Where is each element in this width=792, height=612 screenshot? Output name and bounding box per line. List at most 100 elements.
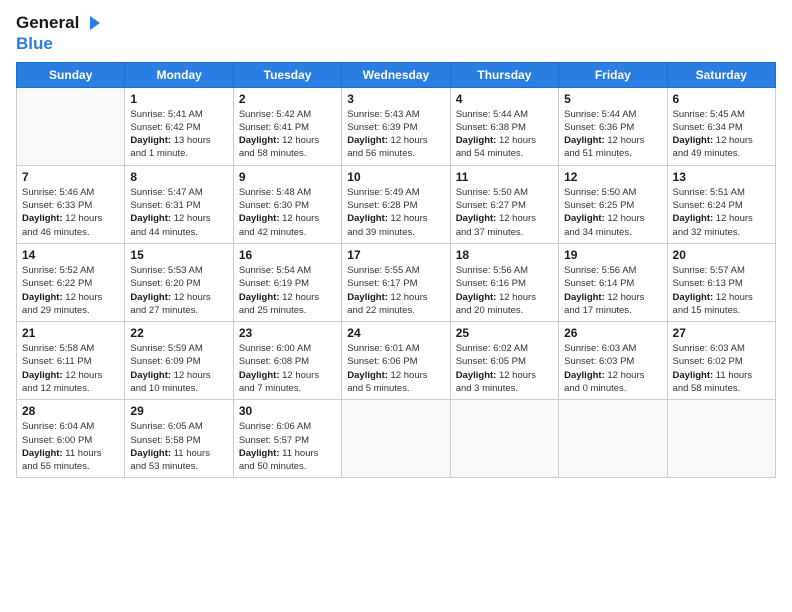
day-info: Sunrise: 6:06 AMSunset: 5:57 PMDaylight:… xyxy=(239,420,336,473)
calendar-cell: 7Sunrise: 5:46 AMSunset: 6:33 PMDaylight… xyxy=(17,165,125,243)
calendar-cell: 16 Sunrise: 5:54 AMSunset: 6:19 PMDayligh… xyxy=(233,243,341,321)
day-number: 21 xyxy=(22,326,119,340)
day-info: Sunrise: 5:48 AMSunset: 6:30 PMDaylight:… xyxy=(239,186,336,239)
calendar-cell: 30 Sunrise: 6:06 AMSunset: 5:57 PMDayligh… xyxy=(233,400,341,478)
day-number: 30 xyxy=(239,404,336,418)
weekday-header-saturday: Saturday xyxy=(667,62,775,87)
day-number: 17 xyxy=(347,248,444,262)
day-number: 18 xyxy=(456,248,553,262)
day-info: Sunrise: 5:42 AMSunset: 6:41 PMDaylight:… xyxy=(239,108,336,161)
day-info: Sunrise: 5:54 AMSunset: 6:19 PMDaylight:… xyxy=(239,264,336,317)
day-number: 9 xyxy=(239,170,336,184)
day-info: Sunrise: 5:52 AMSunset: 6:22 PMDaylight:… xyxy=(22,264,119,317)
day-info: Sunrise: 6:00 AMSunset: 6:08 PMDaylight:… xyxy=(239,342,336,395)
day-info: Sunrise: 5:49 AMSunset: 6:28 PMDaylight:… xyxy=(347,186,444,239)
calendar-cell: 13Sunrise: 5:51 AMSunset: 6:24 PMDayligh… xyxy=(667,165,775,243)
day-info: Sunrise: 6:03 AMSunset: 6:02 PMDaylight:… xyxy=(673,342,770,395)
calendar-cell: 24 Sunrise: 6:01 AMSunset: 6:06 PMDayligh… xyxy=(342,322,450,400)
calendar-page: General Blue SundayMondayTuesdayWednesda… xyxy=(0,0,792,612)
logo-arrow-icon xyxy=(82,12,104,34)
day-info: Sunrise: 6:04 AMSunset: 6:00 PMDaylight:… xyxy=(22,420,119,473)
day-info: Sunrise: 5:43 AMSunset: 6:39 PMDaylight:… xyxy=(347,108,444,161)
weekday-header-row: SundayMondayTuesdayWednesdayThursdayFrid… xyxy=(17,62,776,87)
day-number: 23 xyxy=(239,326,336,340)
weekday-header-thursday: Thursday xyxy=(450,62,558,87)
day-number: 12 xyxy=(564,170,661,184)
day-number: 25 xyxy=(456,326,553,340)
day-number: 20 xyxy=(673,248,770,262)
calendar-table: SundayMondayTuesdayWednesdayThursdayFrid… xyxy=(16,62,776,479)
day-info: Sunrise: 6:05 AMSunset: 5:58 PMDaylight:… xyxy=(130,420,227,473)
calendar-cell xyxy=(342,400,450,478)
day-number: 27 xyxy=(673,326,770,340)
day-number: 3 xyxy=(347,92,444,106)
week-row-5: 28 Sunrise: 6:04 AMSunset: 6:00 PMDayligh… xyxy=(17,400,776,478)
weekday-header-tuesday: Tuesday xyxy=(233,62,341,87)
day-number: 15 xyxy=(130,248,227,262)
day-number: 4 xyxy=(456,92,553,106)
calendar-cell: 14 Sunrise: 5:52 AMSunset: 6:22 PMDayligh… xyxy=(17,243,125,321)
calendar-cell: 2 Sunrise: 5:42 AMSunset: 6:41 PMDaylight… xyxy=(233,87,341,165)
calendar-cell xyxy=(559,400,667,478)
day-number: 14 xyxy=(22,248,119,262)
calendar-cell: 18 Sunrise: 5:56 AMSunset: 6:16 PMDayligh… xyxy=(450,243,558,321)
day-number: 5 xyxy=(564,92,661,106)
calendar-cell: 21 Sunrise: 5:58 AMSunset: 6:11 PMDayligh… xyxy=(17,322,125,400)
day-number: 16 xyxy=(239,248,336,262)
day-number: 1 xyxy=(130,92,227,106)
calendar-cell: 15 Sunrise: 5:53 AMSunset: 6:20 PMDayligh… xyxy=(125,243,233,321)
day-number: 10 xyxy=(347,170,444,184)
day-number: 2 xyxy=(239,92,336,106)
calendar-cell: 4 Sunrise: 5:44 AMSunset: 6:38 PMDaylight… xyxy=(450,87,558,165)
day-info: Sunrise: 5:56 AMSunset: 6:16 PMDaylight:… xyxy=(456,264,553,317)
calendar-cell: 10 Sunrise: 5:49 AMSunset: 6:28 PMDayligh… xyxy=(342,165,450,243)
logo: General Blue xyxy=(16,12,104,54)
day-info: Sunrise: 5:44 AMSunset: 6:36 PMDaylight:… xyxy=(564,108,661,161)
calendar-cell: 28 Sunrise: 6:04 AMSunset: 6:00 PMDayligh… xyxy=(17,400,125,478)
day-info: Sunrise: 5:53 AMSunset: 6:20 PMDaylight:… xyxy=(130,264,227,317)
day-number: 8 xyxy=(130,170,227,184)
calendar-cell: 25 Sunrise: 6:02 AMSunset: 6:05 PMDayligh… xyxy=(450,322,558,400)
calendar-cell: 23 Sunrise: 6:00 AMSunset: 6:08 PMDayligh… xyxy=(233,322,341,400)
day-number: 11 xyxy=(456,170,553,184)
day-number: 19 xyxy=(564,248,661,262)
day-info: Sunrise: 5:45 AMSunset: 6:34 PMDaylight:… xyxy=(673,108,770,161)
weekday-header-sunday: Sunday xyxy=(17,62,125,87)
header: General Blue xyxy=(16,12,776,54)
day-number: 29 xyxy=(130,404,227,418)
calendar-cell: 11Sunrise: 5:50 AMSunset: 6:27 PMDayligh… xyxy=(450,165,558,243)
calendar-cell: 20 Sunrise: 5:57 AMSunset: 6:13 PMDayligh… xyxy=(667,243,775,321)
weekday-header-monday: Monday xyxy=(125,62,233,87)
calendar-cell: 22 Sunrise: 5:59 AMSunset: 6:09 PMDayligh… xyxy=(125,322,233,400)
day-number: 7 xyxy=(22,170,119,184)
day-info: Sunrise: 6:01 AMSunset: 6:06 PMDaylight:… xyxy=(347,342,444,395)
day-info: Sunrise: 5:57 AMSunset: 6:13 PMDaylight:… xyxy=(673,264,770,317)
day-info: Sunrise: 5:41 AMSunset: 6:42 PMDaylight:… xyxy=(130,108,227,161)
calendar-cell: 12Sunrise: 5:50 AMSunset: 6:25 PMDayligh… xyxy=(559,165,667,243)
calendar-cell xyxy=(450,400,558,478)
day-number: 26 xyxy=(564,326,661,340)
week-row-3: 14 Sunrise: 5:52 AMSunset: 6:22 PMDayligh… xyxy=(17,243,776,321)
calendar-cell: 1 Sunrise: 5:41 AMSunset: 6:42 PMDaylight… xyxy=(125,87,233,165)
day-info: Sunrise: 5:56 AMSunset: 6:14 PMDaylight:… xyxy=(564,264,661,317)
week-row-1: 1 Sunrise: 5:41 AMSunset: 6:42 PMDaylight… xyxy=(17,87,776,165)
day-info: Sunrise: 5:58 AMSunset: 6:11 PMDaylight:… xyxy=(22,342,119,395)
week-row-4: 21 Sunrise: 5:58 AMSunset: 6:11 PMDayligh… xyxy=(17,322,776,400)
day-info: Sunrise: 5:51 AMSunset: 6:24 PMDaylight:… xyxy=(673,186,770,239)
calendar-cell: 8 Sunrise: 5:47 AMSunset: 6:31 PMDaylight… xyxy=(125,165,233,243)
day-info: Sunrise: 5:59 AMSunset: 6:09 PMDaylight:… xyxy=(130,342,227,395)
day-info: Sunrise: 5:47 AMSunset: 6:31 PMDaylight:… xyxy=(130,186,227,239)
day-number: 28 xyxy=(22,404,119,418)
day-info: Sunrise: 5:44 AMSunset: 6:38 PMDaylight:… xyxy=(456,108,553,161)
day-info: Sunrise: 6:02 AMSunset: 6:05 PMDaylight:… xyxy=(456,342,553,395)
calendar-cell xyxy=(667,400,775,478)
calendar-cell: 26 Sunrise: 6:03 AMSunset: 6:03 PMDayligh… xyxy=(559,322,667,400)
day-number: 22 xyxy=(130,326,227,340)
week-row-2: 7Sunrise: 5:46 AMSunset: 6:33 PMDaylight… xyxy=(17,165,776,243)
day-number: 24 xyxy=(347,326,444,340)
calendar-cell: 29 Sunrise: 6:05 AMSunset: 5:58 PMDayligh… xyxy=(125,400,233,478)
day-info: Sunrise: 6:03 AMSunset: 6:03 PMDaylight:… xyxy=(564,342,661,395)
calendar-cell: 5 Sunrise: 5:44 AMSunset: 6:36 PMDaylight… xyxy=(559,87,667,165)
calendar-cell: 9 Sunrise: 5:48 AMSunset: 6:30 PMDaylight… xyxy=(233,165,341,243)
day-info: Sunrise: 5:55 AMSunset: 6:17 PMDaylight:… xyxy=(347,264,444,317)
